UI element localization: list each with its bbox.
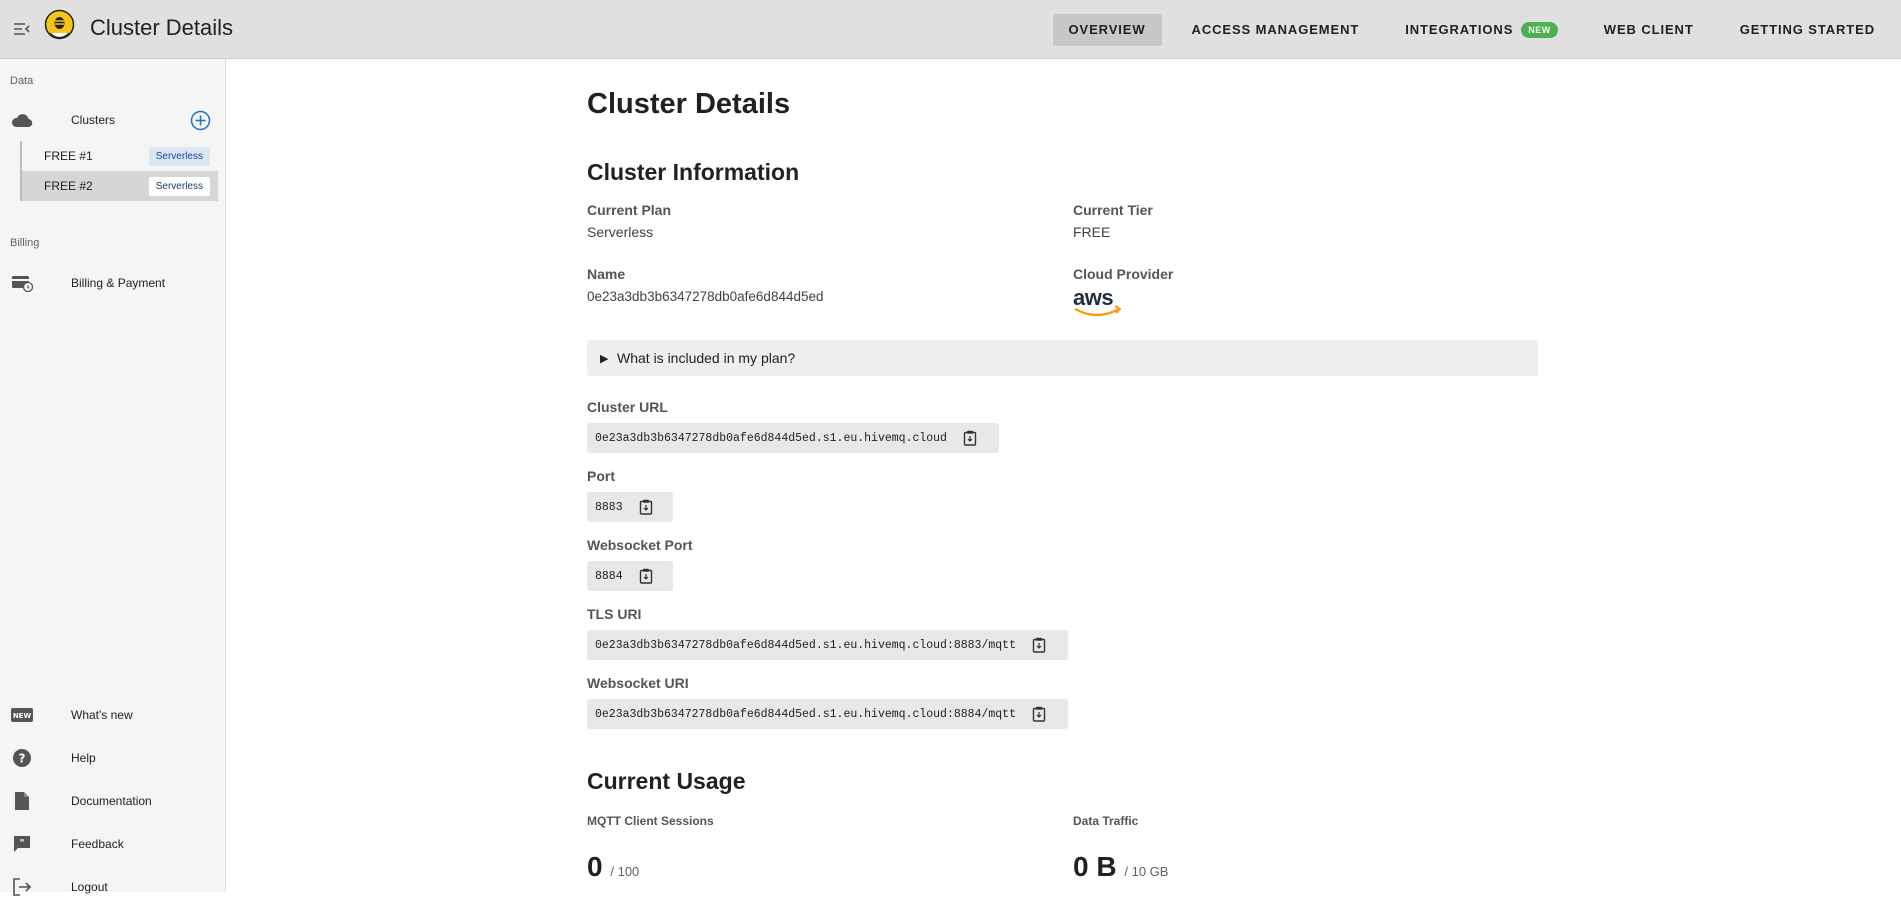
cluster-item-free-1[interactable]: FREE #1 Serverless [20,141,218,171]
data-traffic-value: 0 B / 10 GB [1073,851,1168,883]
tab-label: OVERVIEW [1069,22,1146,37]
copy-icon[interactable] [961,429,979,447]
sidebar-item-documentation[interactable]: Documentation [0,783,226,819]
websocket-port-value: 8884 [595,570,623,583]
top-app-bar: Cluster Details OVERVIEW ACCESS MANAGEME… [0,0,1901,59]
svg-text:": " [19,838,24,849]
cloud-icon [10,108,34,132]
sidebar-item-label: Clusters [71,113,115,127]
tab-label: WEB CLIENT [1604,22,1694,37]
cluster-name: FREE #1 [44,149,93,163]
current-usage-heading: Current Usage [587,768,745,795]
serverless-chip: Serverless [149,147,210,166]
svg-text:?: ? [19,752,26,766]
sidebar-item-label: Help [71,751,96,765]
name-label: Name [587,266,625,282]
add-cluster-icon[interactable] [190,110,211,131]
app-title: Cluster Details [90,15,233,41]
copy-icon[interactable] [637,498,655,516]
traffic-amount: 0 B [1073,851,1117,882]
section-label-data: Data [10,75,33,87]
tab-overview[interactable]: OVERVIEW [1053,14,1162,46]
document-icon [10,789,34,813]
feedback-icon: " [10,832,34,856]
current-plan-value: Serverless [587,224,653,240]
expand-triangle-icon: ▶ [600,352,608,365]
current-tier-label: Current Tier [1073,202,1153,218]
new-icon: NEW [10,703,34,727]
websocket-port-box: 8884 [587,561,673,591]
copy-icon[interactable] [1030,705,1048,723]
cluster-url-box: 0e23a3db3b6347278db0afe6d844d5ed.s1.eu.h… [587,423,999,453]
tab-getting-started[interactable]: GETTING STARTED [1724,14,1891,46]
sessions-count: 0 [587,851,603,882]
new-badge: NEW [1521,22,1558,38]
sidebar: Data Clusters FREE #1 Serverless FREE #2… [0,59,226,892]
port-box: 8883 [587,492,673,522]
websocket-uri-box: 0e23a3db3b6347278db0afe6d844d5ed.s1.eu.h… [587,699,1068,729]
websocket-uri-label: Websocket URI [587,675,689,691]
cluster-name: FREE #2 [44,179,93,193]
port-value: 8883 [595,501,623,514]
tab-access-management[interactable]: ACCESS MANAGEMENT [1176,14,1376,46]
cluster-url-value: 0e23a3db3b6347278db0afe6d844d5ed.s1.eu.h… [595,432,947,445]
tls-uri-box: 0e23a3db3b6347278db0afe6d844d5ed.s1.eu.h… [587,630,1068,660]
cluster-item-free-2[interactable]: FREE #2 Serverless [20,171,218,201]
bee-logo-icon [44,9,75,43]
sidebar-item-logout[interactable]: Logout [0,869,226,905]
sidebar-item-billing[interactable]: Billing & Payment [0,265,226,301]
cluster-url-label: Cluster URL [587,399,668,415]
tls-uri-value: 0e23a3db3b6347278db0afe6d844d5ed.s1.eu.h… [595,639,1016,652]
logout-icon [10,875,34,899]
cluster-information-heading: Cluster Information [587,159,799,186]
sidebar-item-label: What's new [71,708,133,722]
sessions-limit: / 100 [610,864,639,879]
sidebar-item-whats-new[interactable]: NEW What's new [0,697,226,733]
mqtt-sessions-label: MQTT Client Sessions [587,814,714,828]
aws-logo-icon: aws [1073,285,1125,321]
section-label-billing: Billing [10,237,39,249]
cloud-provider-label: Cloud Provider [1073,266,1173,282]
mqtt-sessions-value: 0 / 100 [587,851,639,883]
sidebar-item-label: Billing & Payment [71,276,165,290]
menu-collapse-icon[interactable] [12,19,32,39]
svg-text:NEW: NEW [13,712,32,720]
port-label: Port [587,468,615,484]
tab-label: GETTING STARTED [1740,22,1875,37]
plan-toggle-label: What is included in my plan? [617,350,795,366]
traffic-limit: / 10 GB [1124,864,1168,879]
current-tier-value: FREE [1073,224,1110,240]
help-icon: ? [10,746,34,770]
websocket-port-label: Websocket Port [587,537,693,553]
tab-label: INTEGRATIONS [1405,22,1513,37]
data-traffic-label: Data Traffic [1073,814,1138,828]
page-title: Cluster Details [587,88,790,121]
tab-web-client[interactable]: WEB CLIENT [1588,14,1710,46]
sidebar-item-feedback[interactable]: " Feedback [0,826,226,862]
tab-label: ACCESS MANAGEMENT [1192,22,1360,37]
serverless-chip: Serverless [149,177,210,196]
plan-details-toggle[interactable]: ▶ What is included in my plan? [587,340,1538,376]
copy-icon[interactable] [1030,636,1048,654]
billing-icon [10,271,34,295]
copy-icon[interactable] [637,567,655,585]
websocket-uri-value: 0e23a3db3b6347278db0afe6d844d5ed.s1.eu.h… [595,708,1016,721]
sidebar-item-help[interactable]: ? Help [0,740,226,776]
sidebar-item-label: Documentation [71,794,152,808]
sidebar-item-label: Feedback [71,837,124,851]
top-nav: OVERVIEW ACCESS MANAGEMENT INTEGRATIONS N… [1053,13,1901,46]
current-plan-label: Current Plan [587,202,671,218]
tab-integrations[interactable]: INTEGRATIONS NEW [1389,14,1574,46]
name-value: 0e23a3db3b6347278db0afe6d844d5ed [587,289,824,304]
tls-uri-label: TLS URI [587,606,641,622]
